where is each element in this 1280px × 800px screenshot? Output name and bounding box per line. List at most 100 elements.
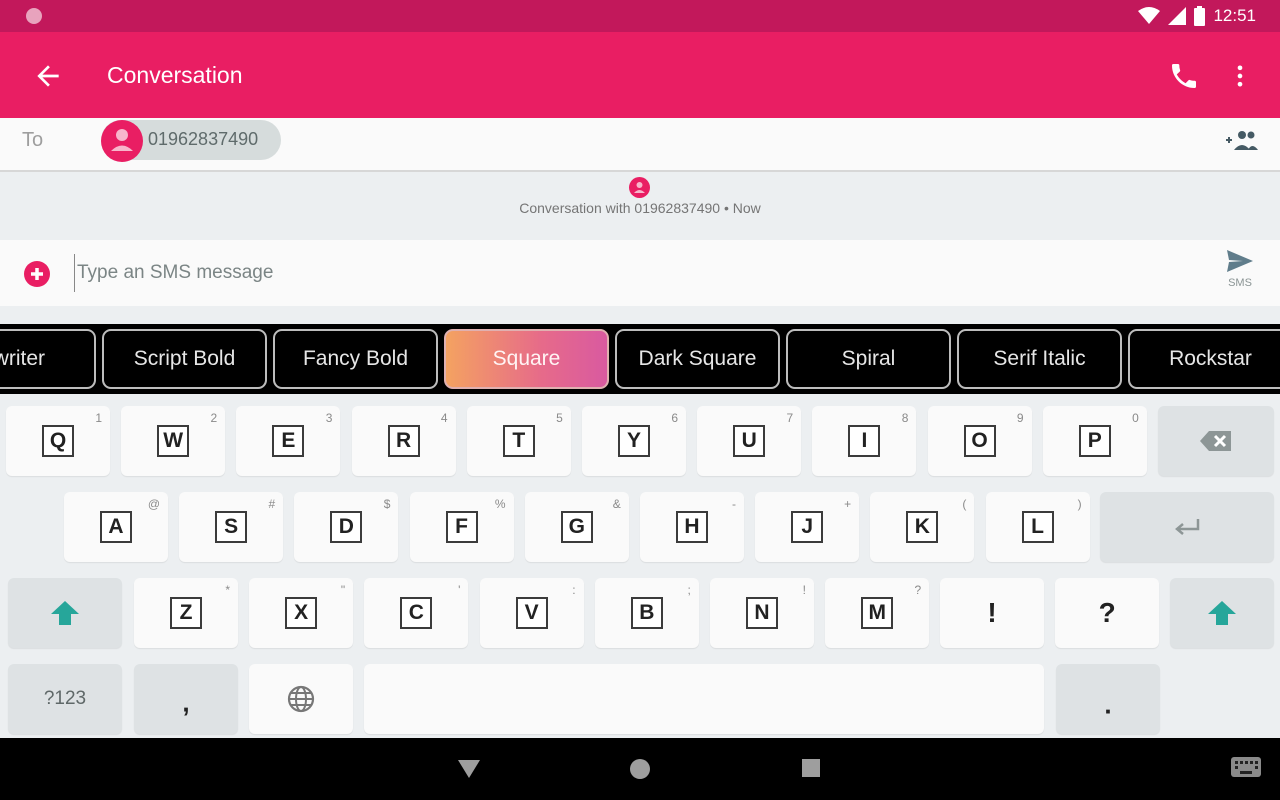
key-y[interactable]: Y6 bbox=[582, 406, 686, 476]
key-hint: 8 bbox=[901, 411, 909, 425]
key-z[interactable]: Z * bbox=[134, 578, 238, 648]
more-vert-icon[interactable] bbox=[1226, 60, 1254, 92]
key-letter: N bbox=[746, 597, 778, 629]
enter-key[interactable] bbox=[1100, 492, 1274, 562]
key-hint: 1 bbox=[95, 411, 102, 425]
key-a[interactable]: A @ bbox=[64, 492, 168, 562]
navigation-bar bbox=[0, 738, 1280, 800]
font-style-serif-italic[interactable]: Serif Italic bbox=[957, 329, 1122, 389]
key-t[interactable]: T5 bbox=[466, 406, 571, 476]
comma-key[interactable]: , bbox=[134, 664, 238, 734]
backspace-icon bbox=[1200, 431, 1231, 451]
question-key[interactable]: ? bbox=[1055, 578, 1160, 648]
key-hint: $ bbox=[383, 497, 391, 511]
key-i[interactable]: I8 bbox=[812, 406, 917, 476]
key-d[interactable]: D $ bbox=[294, 492, 399, 562]
compose-bar: SMS bbox=[0, 240, 1280, 306]
key-hint: 7 bbox=[786, 411, 794, 425]
send-label: SMS bbox=[1228, 277, 1252, 289]
key-letter: Q bbox=[42, 425, 74, 457]
battery-icon bbox=[1194, 6, 1206, 26]
key-hint: * bbox=[225, 583, 230, 597]
key-r[interactable]: R4 bbox=[351, 406, 456, 476]
wifi-icon bbox=[1138, 7, 1161, 24]
keyboard-switch-icon[interactable] bbox=[1231, 757, 1261, 779]
font-style-rockstar[interactable]: Rockstar bbox=[1128, 329, 1280, 389]
key-l[interactable]: L) bbox=[985, 492, 1090, 562]
status-time: 12:51 bbox=[1213, 6, 1256, 25]
key-u[interactable]: U7 bbox=[697, 406, 802, 476]
key-hint: % bbox=[494, 497, 506, 511]
key-s[interactable]: S # bbox=[179, 492, 284, 562]
key-letter: H bbox=[676, 511, 708, 543]
app-bar: Conversation bbox=[0, 32, 1280, 118]
shift-icon bbox=[51, 601, 79, 625]
key-x[interactable]: X " bbox=[249, 578, 354, 648]
key-j[interactable]: J + bbox=[755, 492, 860, 562]
key-hint: @ bbox=[147, 497, 160, 511]
font-style-script-bold[interactable]: Script Bold bbox=[102, 329, 267, 389]
key-f[interactable]: F% bbox=[409, 492, 514, 562]
send-sms-button[interactable]: SMS bbox=[1216, 248, 1264, 300]
key-letter: F bbox=[445, 511, 478, 543]
key-b[interactable]: B; bbox=[594, 578, 699, 648]
keyboard: Q 1 W 2 E 3 R 4 T 5 Y 6 U 7 I 8 O 9 P 0 A @ S # D $ F% G & H - J + K(L) Z *… bbox=[0, 394, 1280, 738]
font-style-ewriter[interactable]: ewriter bbox=[0, 329, 96, 389]
phone-icon[interactable] bbox=[1168, 60, 1200, 92]
key-h[interactable]: H- bbox=[640, 492, 744, 562]
shift-key-right[interactable] bbox=[1170, 578, 1274, 648]
home-nav-icon[interactable] bbox=[629, 758, 651, 780]
language-key[interactable] bbox=[249, 664, 353, 734]
recents-nav-icon[interactable] bbox=[802, 759, 820, 777]
key-c[interactable]: C ' bbox=[364, 578, 469, 648]
font-style-spiral[interactable]: Spiral bbox=[786, 329, 951, 389]
key-letter: T bbox=[502, 425, 535, 457]
key-letter: W bbox=[157, 425, 190, 457]
key-o[interactable]: O9 bbox=[927, 406, 1032, 476]
add-people-icon[interactable] bbox=[1224, 126, 1260, 154]
key-g[interactable]: G & bbox=[524, 492, 629, 562]
symbols-label: ?123 bbox=[43, 688, 87, 709]
key-v[interactable]: V: bbox=[479, 578, 584, 648]
message-input[interactable] bbox=[74, 254, 1174, 292]
key-hint: : bbox=[572, 583, 576, 597]
recipient-chip[interactable]: 01962837490 bbox=[101, 120, 281, 162]
period-key[interactable]: . bbox=[1056, 664, 1160, 734]
key-p[interactable]: P0 bbox=[1042, 406, 1147, 476]
symbols-key[interactable]: ?123 bbox=[8, 664, 122, 734]
font-style-dark-square[interactable]: Dark Square bbox=[615, 329, 780, 389]
recipient-bar: To 01962837490 bbox=[0, 118, 1280, 172]
key-letter: L bbox=[1021, 511, 1054, 543]
key-letter: X bbox=[285, 597, 318, 629]
back-arrow-icon[interactable] bbox=[32, 60, 64, 92]
comma-label: , bbox=[182, 687, 190, 718]
key-letter: G bbox=[560, 511, 593, 543]
contact-avatar-icon bbox=[101, 120, 143, 162]
send-icon bbox=[1227, 250, 1253, 272]
to-label: To bbox=[22, 129, 44, 151]
font-style-fancy-bold[interactable]: Fancy Bold bbox=[273, 329, 438, 389]
key-hint: - bbox=[732, 497, 736, 511]
key-label: ! bbox=[987, 597, 997, 628]
key-letter: O bbox=[963, 425, 996, 457]
key-hint: 3 bbox=[325, 411, 333, 425]
font-style-square[interactable]: Square bbox=[444, 329, 609, 389]
shift-key-left[interactable] bbox=[8, 578, 122, 648]
key-letter: I bbox=[848, 425, 881, 457]
key-letter: R bbox=[387, 425, 420, 457]
key-k[interactable]: K( bbox=[870, 492, 975, 562]
add-attachment-icon[interactable] bbox=[23, 260, 51, 288]
key-hint: 9 bbox=[1016, 411, 1024, 425]
key-w[interactable]: W2 bbox=[121, 406, 226, 476]
key-e[interactable]: E3 bbox=[236, 406, 341, 476]
exclamation-key[interactable]: ! bbox=[940, 578, 1044, 648]
notification-dot-icon bbox=[26, 8, 42, 24]
key-m[interactable]: M? bbox=[825, 578, 930, 648]
key-q[interactable]: Q1 bbox=[6, 406, 110, 476]
space-key[interactable] bbox=[364, 664, 1044, 734]
key-hint: 2 bbox=[210, 411, 218, 425]
key-letter: K bbox=[906, 511, 939, 543]
backspace-key[interactable] bbox=[1158, 406, 1274, 476]
key-n[interactable]: N! bbox=[710, 578, 814, 648]
back-nav-icon[interactable] bbox=[458, 760, 480, 778]
